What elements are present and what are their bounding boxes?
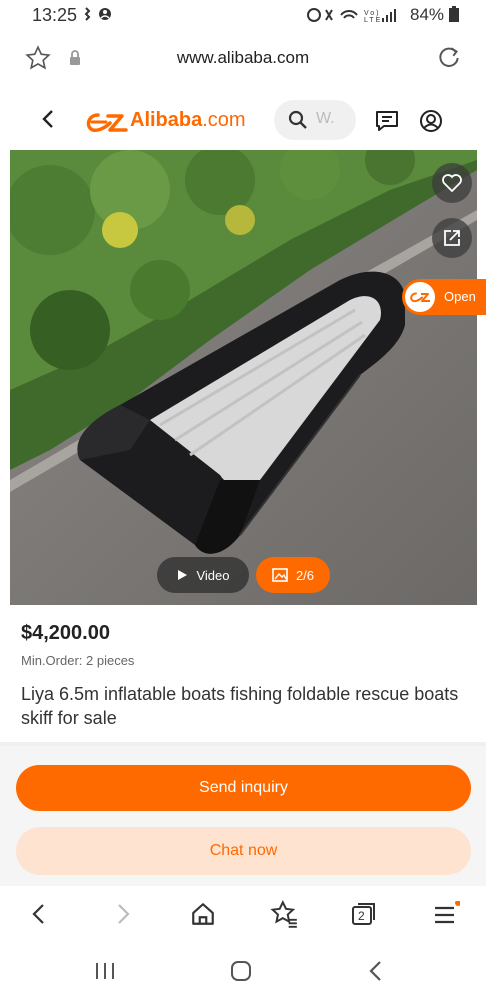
favorite-button[interactable] [432,163,472,203]
alibaba-logo-icon [84,109,128,135]
chat-now-button[interactable]: Chat now [16,827,471,875]
system-navigation [0,944,486,999]
image-icon [272,568,288,582]
app-logo-icon [405,282,435,312]
image-counter-button[interactable]: 2/6 [256,557,330,593]
product-price: $4,200.00 [21,622,110,644]
battery-percent: 84% [410,5,445,24]
search-box[interactable]: W. [274,100,356,140]
status-time: 13:25 [32,5,78,25]
logo-brand: Alibaba [130,109,203,131]
status-bar: 13:25 Vo) LTE 84% [0,0,486,32]
boat-photo [10,150,477,605]
logo-suffix: .com [202,109,246,131]
browser-forward-icon[interactable] [112,902,134,926]
svg-text:LTE: LTE [364,17,382,24]
image-counter: 2/6 [295,567,315,583]
recent-apps-icon[interactable] [94,962,116,980]
browser-back-icon[interactable] [28,902,50,926]
share-button[interactable] [432,218,472,258]
video-button[interactable]: Video [157,557,249,593]
menu-icon[interactable] [432,901,460,929]
system-back-icon[interactable] [368,960,384,982]
account-icon[interactable] [419,109,443,133]
home-button-icon[interactable] [230,961,252,981]
open-label: Open [444,289,476,304]
message-icon[interactable] [375,110,399,132]
reload-icon[interactable] [436,45,462,71]
browser-toolbar: 2 [0,886,486,944]
play-icon [178,570,188,580]
back-icon[interactable] [38,108,60,130]
system-status-icons: Vo) LTE [306,6,402,27]
battery-level: 84% [410,5,459,25]
address-bar: www.alibaba.com [0,34,486,85]
bookmarks-icon[interactable] [270,900,298,928]
search-icon [288,110,308,130]
home-icon[interactable] [190,901,216,927]
notification-icons [82,6,116,26]
min-order: Min.Order: 2 pieces [21,653,135,668]
tabs-count: 2 [358,909,365,923]
logo-text[interactable]: Alibaba.com [130,109,246,132]
url-text[interactable]: www.alibaba.com [0,48,486,68]
site-header: Alibaba.com W. [0,84,486,150]
svg-text:Vo): Vo) [364,10,381,17]
video-label: Video [196,567,230,583]
product-title: Liya 6.5m inflatable boats fishing folda… [21,684,459,728]
tabs-icon[interactable]: 2 [350,901,378,927]
send-inquiry-button[interactable]: Send inquiry [16,765,471,811]
heart-icon [442,174,462,192]
share-icon [444,230,460,246]
product-image[interactable]: Video 2/6 [10,150,477,605]
open-in-app-button[interactable]: Open [402,279,486,315]
search-placeholder: W. [316,110,335,127]
